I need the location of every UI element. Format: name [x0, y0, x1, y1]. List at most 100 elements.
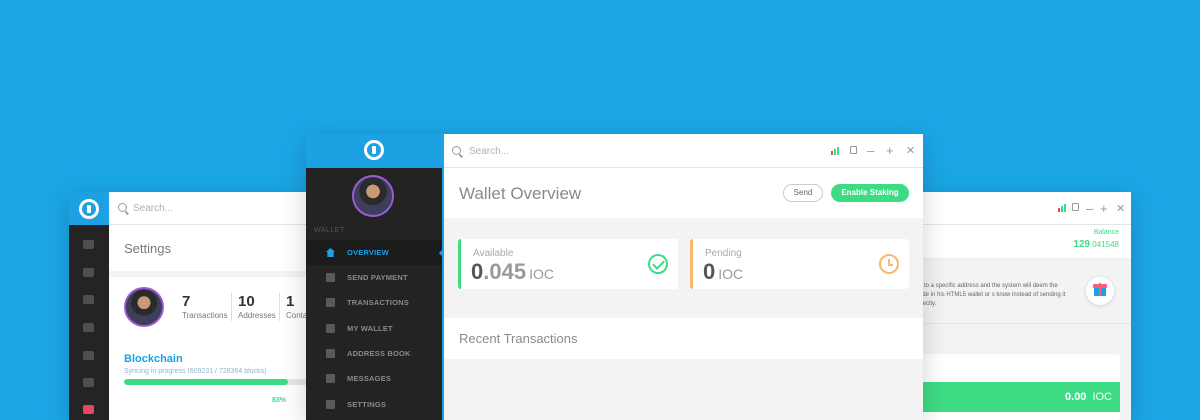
stat-label: Transactions — [182, 311, 228, 320]
progress-fill — [124, 379, 288, 385]
sidebar-item-transactions[interactable]: TRANSACTIONS — [306, 290, 442, 315]
sidebar-item-settings[interactable]: SETTINGS — [306, 392, 442, 417]
lock-icon[interactable] — [850, 146, 857, 154]
stat-label: Addresses — [238, 311, 276, 320]
balance-int: 129 — [1073, 239, 1091, 250]
signal-icon — [831, 147, 840, 155]
search-icon — [452, 146, 461, 155]
stat-label: Conta — [286, 311, 308, 320]
chat-icon — [326, 374, 335, 383]
transfer-icon[interactable] — [83, 295, 94, 304]
value-unit: IOC — [529, 266, 554, 282]
sidebar-item-label: SEND PAYMENT — [347, 273, 408, 282]
gear-icon — [326, 400, 335, 409]
search-input[interactable]: Search... — [133, 203, 173, 214]
wallet-icon[interactable] — [83, 323, 94, 332]
sync-progress-bar — [124, 379, 321, 385]
sidebar-header — [69, 192, 109, 225]
pending-card: Pending 0 IOC — [690, 239, 909, 289]
home-icon[interactable] — [83, 240, 94, 249]
pending-value: 0 IOC — [703, 259, 743, 285]
amount-value: 0.00 — [1065, 391, 1087, 403]
gift-ribbon — [1099, 283, 1101, 296]
available-card: Available 0.045 IOC — [458, 239, 678, 289]
sidebar-item-address-book[interactable]: ADDRESS BOOK — [306, 341, 442, 366]
sidebar-item-label: MY WALLET — [347, 324, 393, 333]
gift-description: ns to a specific address and the system … — [916, 283, 1066, 307]
minimize-icon[interactable]: – — [1086, 202, 1093, 216]
ioc-logo-icon — [364, 140, 384, 160]
stat-value: 7 — [182, 293, 191, 310]
blockchain-title: Blockchain — [124, 353, 183, 365]
page-header: Settings — [109, 225, 321, 271]
sidebar-section-label: WALLET — [314, 227, 345, 234]
sidebar-item-messages[interactable]: MESSAGES — [306, 366, 442, 391]
enable-staking-button[interactable]: Enable Staking — [831, 184, 909, 202]
clock-icon — [879, 254, 899, 274]
settings-content: Settings 7 Transactions 10 Addresses 1 C… — [109, 225, 321, 420]
title-bar: Search... – + ✕ — [444, 134, 923, 168]
signal-icon — [1058, 204, 1067, 212]
page-title: Wallet Overview — [459, 184, 582, 203]
sidebar-item-my-wallet[interactable]: MY WALLET — [306, 316, 442, 341]
settings-icon[interactable] — [83, 405, 94, 414]
divider — [231, 293, 232, 321]
staking-window: – + ✕ Balance 129.041548 ns to a specifi… — [910, 192, 1131, 420]
gift-icon[interactable] — [1086, 277, 1114, 305]
profile-panel: 7 Transactions 10 Addresses 1 Conta — [109, 277, 321, 420]
amount-card: 0.00 IOC — [920, 354, 1120, 420]
send-icon[interactable] — [83, 268, 94, 277]
maximize-icon[interactable]: + — [1100, 202, 1108, 216]
avatar[interactable] — [124, 287, 164, 327]
page-title: Settings — [124, 241, 171, 256]
sidebar-header — [306, 134, 444, 168]
balance-label: Balance — [1093, 229, 1119, 236]
search-input[interactable]: Search... — [469, 146, 509, 157]
main-content: Wallet Overview Send Enable Staking Avai… — [444, 168, 923, 420]
sidebar-item-label: MESSAGES — [347, 374, 392, 383]
amount-unit: IOC — [1092, 391, 1112, 403]
close-icon[interactable]: ✕ — [906, 144, 915, 158]
sidebar-item-label: SETTINGS — [347, 400, 387, 409]
stat-contacts: 1 Conta — [286, 293, 307, 320]
page-header: Wallet Overview Send Enable Staking — [444, 168, 923, 218]
amount-bar: 0.00 IOC — [920, 382, 1120, 412]
home-icon — [326, 248, 335, 257]
sidebar-item-label: TRANSACTIONS — [347, 298, 409, 307]
transfer-icon — [326, 298, 335, 307]
stat-value: 10 — [238, 293, 255, 310]
star-icon[interactable] — [83, 351, 94, 360]
avatar[interactable] — [352, 175, 394, 217]
progress-percent: 83% — [272, 397, 287, 404]
available-label: Available — [473, 248, 514, 259]
sidebar-item-label: OVERVIEW — [347, 248, 389, 257]
pending-label: Pending — [705, 248, 742, 259]
divider — [279, 293, 280, 321]
sidebar-item-label: ADDRESS BOOK — [347, 349, 411, 358]
wallet-icon — [326, 324, 335, 333]
maximize-icon[interactable]: + — [886, 144, 894, 158]
sync-status: Syncing in progress (609231 / 728364 blo… — [124, 368, 267, 375]
section-title: Recent Transactions — [459, 331, 578, 346]
send-button[interactable]: Send — [783, 184, 823, 202]
sidebar-item-send-payment[interactable]: SEND PAYMENT — [306, 265, 442, 290]
sidebar — [69, 192, 109, 420]
stat-value: 1 — [286, 293, 295, 310]
divider — [910, 323, 1131, 324]
ioc-logo-icon — [79, 199, 99, 219]
chat-icon[interactable] — [83, 378, 94, 387]
stat-transactions: 7 Transactions — [182, 293, 228, 320]
sidebar-item-overview[interactable]: OVERVIEW — [306, 240, 444, 265]
title-bar: Search... — [109, 192, 321, 225]
balance-dec: .041548 — [1090, 240, 1119, 249]
close-icon[interactable]: ✕ — [1116, 202, 1125, 216]
lock-icon[interactable] — [1072, 203, 1079, 211]
minimize-icon[interactable]: – — [867, 144, 874, 158]
sidebar: WALLET OVERVIEW SEND PAYMENT TRANSACTION… — [306, 134, 444, 420]
stat-addresses: 10 Addresses — [238, 293, 276, 320]
check-circle-icon — [648, 254, 668, 274]
send-icon — [326, 273, 335, 282]
value-integer: 0 — [703, 259, 716, 284]
recent-transactions-header: Recent Transactions — [444, 318, 923, 359]
star-icon — [326, 349, 335, 358]
